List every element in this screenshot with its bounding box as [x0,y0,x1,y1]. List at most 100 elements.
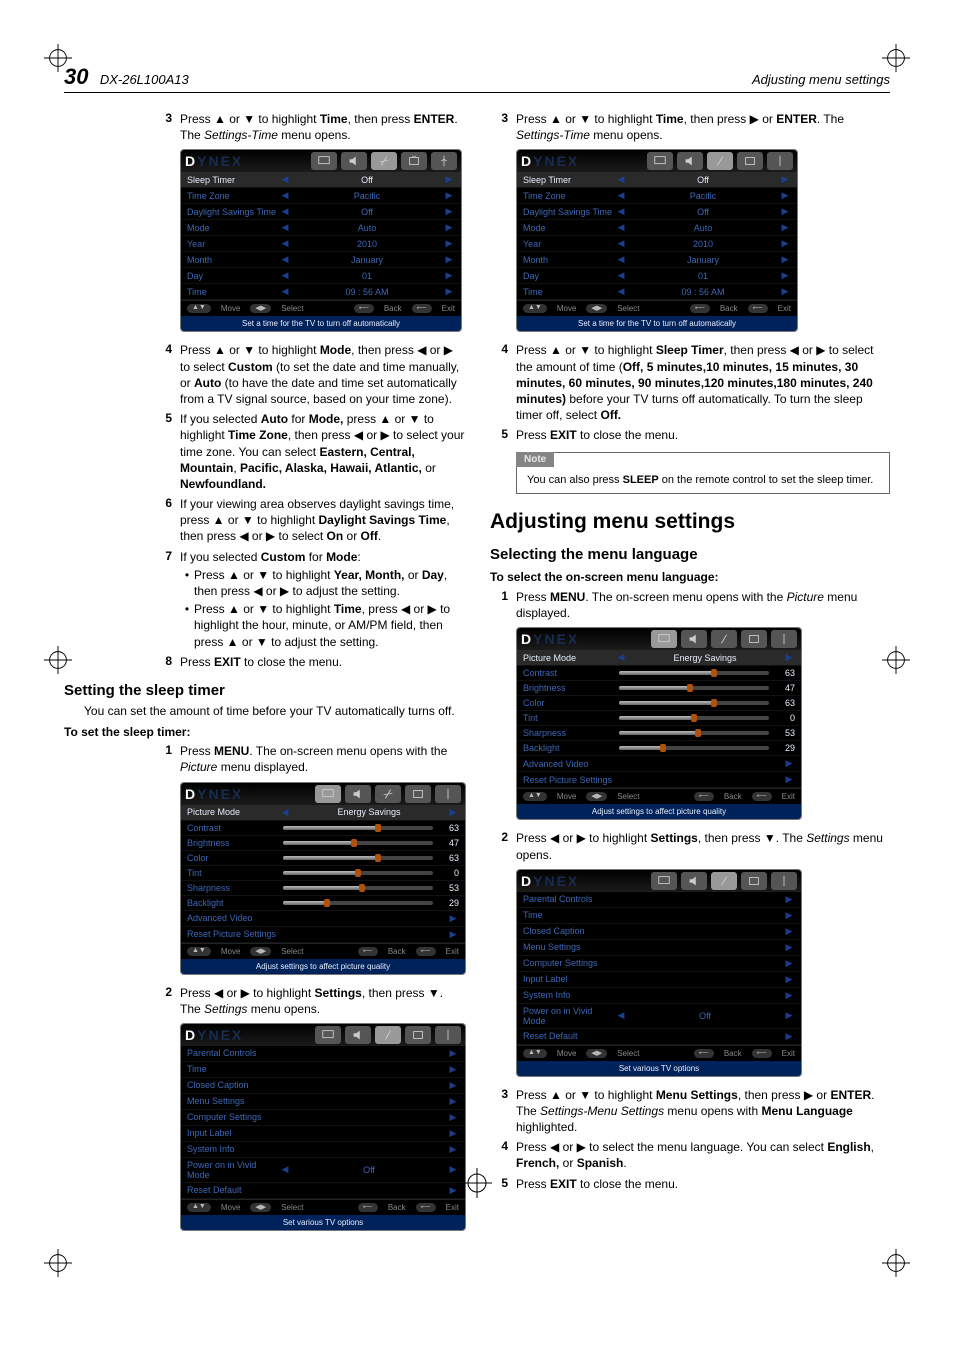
step-text: Press ▲ or ▼ to highlight Sleep Timer, t… [516,342,890,423]
step-text: If you selected Custom for Mode: •Press … [180,549,466,650]
osd-row: Sleep Timer◀Off▶ [181,172,461,188]
osd-nav-hints: ▲▼Move ◀▶Select ⟵Back ⟵Exit [517,300,797,316]
osd-row: Time Zone◀Pacific▶ [181,188,461,204]
step-text: Press ▲ or ▼ to highlight Mode, then pre… [180,342,466,407]
osd-settings-time: DYNEX Sleep Timer◀Off▶Time Zone◀Pacific▶… [516,149,798,332]
osd-row-label: Tint [523,713,615,723]
step-number: 4 [490,1139,508,1171]
tab-channels-icon [401,152,427,170]
osd-row: Menu Settings▶ [517,940,801,956]
osd-row: Mode◀Auto▶ [181,220,461,236]
step-number: 5 [154,411,172,492]
osd-row-value: 01 [291,271,443,281]
step-text: Press ◀ or ▶ to highlight Settings, then… [516,830,890,862]
osd-row-value: January [291,255,443,265]
osd-hint: Set a time for the TV to turn off automa… [181,316,461,331]
osd-settings-time: DYNEX Sleep Timer◀Off▶Time Zone◀Pacific▶… [180,149,462,332]
step-number: 6 [154,496,172,545]
osd-row-value: Off [627,175,779,185]
osd-row: Input Label▶ [181,1126,465,1142]
crop-mark-icon [462,1168,492,1201]
step-number: 8 [154,654,172,670]
page-header: 30 DX-26L100A13 Adjusting menu settings [64,64,890,93]
brand-logo: DYNEX [521,153,579,169]
osd-row: Closed Caption▶ [517,924,801,940]
osd-hint: Adjust settings to affect picture qualit… [517,804,801,819]
osd-row-label: Backlight [523,743,615,753]
osd-row-value: January [627,255,779,265]
osd-row: Backlight29 [181,896,465,911]
osd-picture-menu: DYNEX Picture Mode◀Energy Savings▶Contra… [516,627,802,820]
crop-mark-icon [44,44,72,72]
osd-row-label: Month [187,255,279,265]
osd-row: Month◀January▶ [517,252,797,268]
osd-row-label: Menu Settings [187,1096,279,1106]
osd-row-value: Auto [627,223,779,233]
tab-picture-icon [315,1026,341,1044]
osd-row-label: Sleep Timer [187,175,279,185]
osd-row: Sleep Timer◀Off▶ [517,172,797,188]
osd-row-label: Sleep Timer [523,175,615,185]
header-section: Adjusting menu settings [752,72,890,87]
osd-row: Reset Default▶ [517,1029,801,1045]
step-number: 3 [490,111,508,143]
tab-channels-icon [405,1026,431,1044]
osd-row-value: Energy Savings [291,807,447,817]
brand-logo: DYNEX [185,1027,243,1043]
osd-row-label: Daylight Savings Time [187,207,279,217]
osd-row-label: Reset Picture Settings [523,775,615,785]
osd-settings-menu: DYNEX Parental Controls▶Time▶Closed Capt… [180,1023,466,1231]
osd-row-label: Reset Default [187,1185,279,1195]
section-heading-language: Selecting the menu language [490,546,890,563]
osd-row: Year◀2010▶ [181,236,461,252]
osd-row: Sharpness53 [181,881,465,896]
note-box: Note You can also press SLEEP on the rem… [516,452,890,494]
osd-row-label: Computer Settings [523,958,615,968]
osd-row: Backlight29 [517,741,801,756]
tab-channels-icon [405,785,431,803]
tab-settings-icon [707,152,733,170]
osd-row: Parental Controls▶ [517,892,801,908]
step-number: 4 [154,342,172,407]
osd-row: System Info▶ [181,1142,465,1158]
tab-usb-icon [435,785,461,803]
note-body: You can also press SLEEP on the remote c… [517,467,889,493]
tab-settings-icon [371,152,397,170]
brand-logo: DYNEX [521,631,579,647]
osd-row-label: Advanced Video [187,913,279,923]
osd-row-label: System Info [187,1144,279,1154]
note-label: Note [516,452,554,467]
step-number: 3 [154,111,172,143]
brand-logo: DYNEX [521,873,579,889]
osd-row: Time◀09 : 56 AM▶ [181,284,461,300]
osd-row: Brightness47 [517,681,801,696]
osd-row: Daylight Savings Time◀Off▶ [517,204,797,220]
osd-row-label: Closed Caption [523,926,615,936]
step-number: 2 [154,985,172,1017]
tab-settings-icon [711,630,737,648]
osd-row: Reset Default▶ [181,1183,465,1199]
osd-settings-menu: DYNEX Parental Controls▶Time▶Closed Capt… [516,869,802,1077]
osd-row-label: Backlight [187,898,279,908]
osd-row-label: Mode [523,223,615,233]
osd-row: Time Zone◀Pacific▶ [517,188,797,204]
crop-mark-icon [882,1249,910,1277]
osd-hint: Adjust settings to affect picture qualit… [181,959,465,974]
osd-row-label: Time Zone [187,191,279,201]
step-text: If your viewing area observes daylight s… [180,496,466,545]
osd-nav-hints: ▲▼Move ◀▶Select ⟵Back ⟵Exit [181,1199,465,1215]
tab-picture-icon [651,872,677,890]
osd-row-label: Month [523,255,615,265]
tab-channels-icon [741,630,767,648]
osd-row-label: Sharpness [523,728,615,738]
osd-row: Reset Picture Settings▶ [517,772,801,788]
tab-usb-icon [771,630,797,648]
osd-row-label: Reset Picture Settings [187,929,279,939]
osd-nav-hints: ▲▼Move ◀▶Select ⟵Back ⟵Exit [181,300,461,316]
osd-row-label: Time [187,287,279,297]
osd-row-value: 09 : 56 AM [291,287,443,297]
osd-row-label: Reset Default [523,1031,615,1041]
step-text: Press ▲ or ▼ to highlight Time, then pre… [180,111,466,143]
step-text: Press ▲ or ▼ to highlight Menu Settings,… [516,1087,890,1136]
osd-row: Input Label▶ [517,972,801,988]
